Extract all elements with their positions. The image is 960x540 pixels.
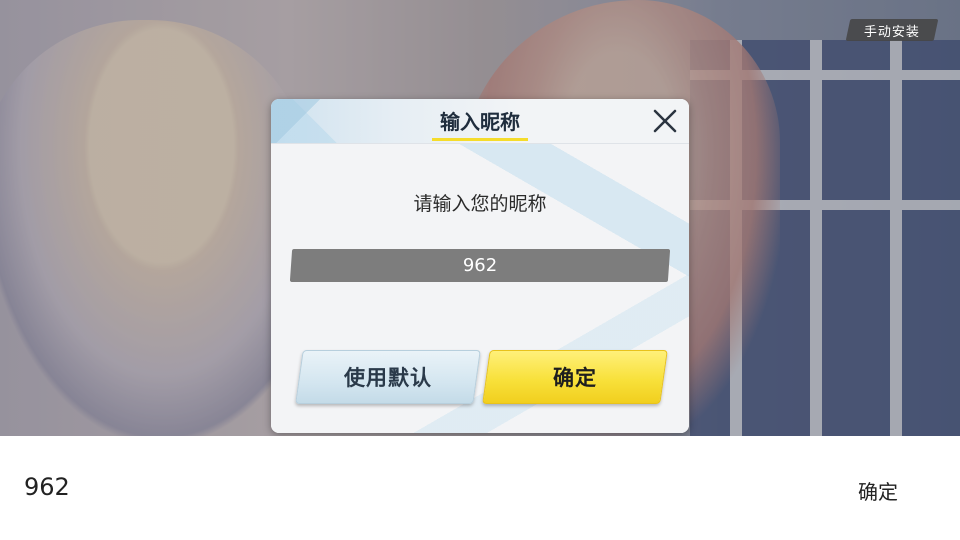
dialog-title: 输入昵称: [440, 110, 520, 134]
confirm-label: 确定: [553, 366, 597, 390]
ime-input-bar: 确定: [0, 436, 960, 540]
nickname-prompt: 请输入您的昵称: [413, 193, 547, 215]
ime-confirm-button[interactable]: 确定: [846, 476, 910, 505]
dialog-header: 输入昵称: [271, 99, 689, 144]
manual-install-label: 手动安装: [863, 24, 920, 40]
nickname-field[interactable]: [289, 249, 671, 282]
dialog-body: 请输入您的昵称 使用默认 确定: [271, 144, 689, 433]
confirm-button[interactable]: 确定: [482, 350, 668, 404]
use-default-label: 使用默认: [344, 366, 432, 390]
title-underline: [432, 138, 528, 141]
close-icon: [653, 109, 677, 133]
manual-install-button[interactable]: 手动安装: [845, 19, 939, 41]
use-default-button[interactable]: 使用默认: [295, 350, 481, 404]
nickname-input[interactable]: [308, 254, 652, 277]
nickname-dialog: 输入昵称 请输入您的昵称 使用默认 确定: [271, 99, 689, 433]
screen: 手动安装 输入昵称 请输入您的昵称 使用默认 确定: [0, 0, 960, 540]
ime-text-input[interactable]: [22, 472, 626, 502]
close-button[interactable]: [651, 107, 679, 135]
